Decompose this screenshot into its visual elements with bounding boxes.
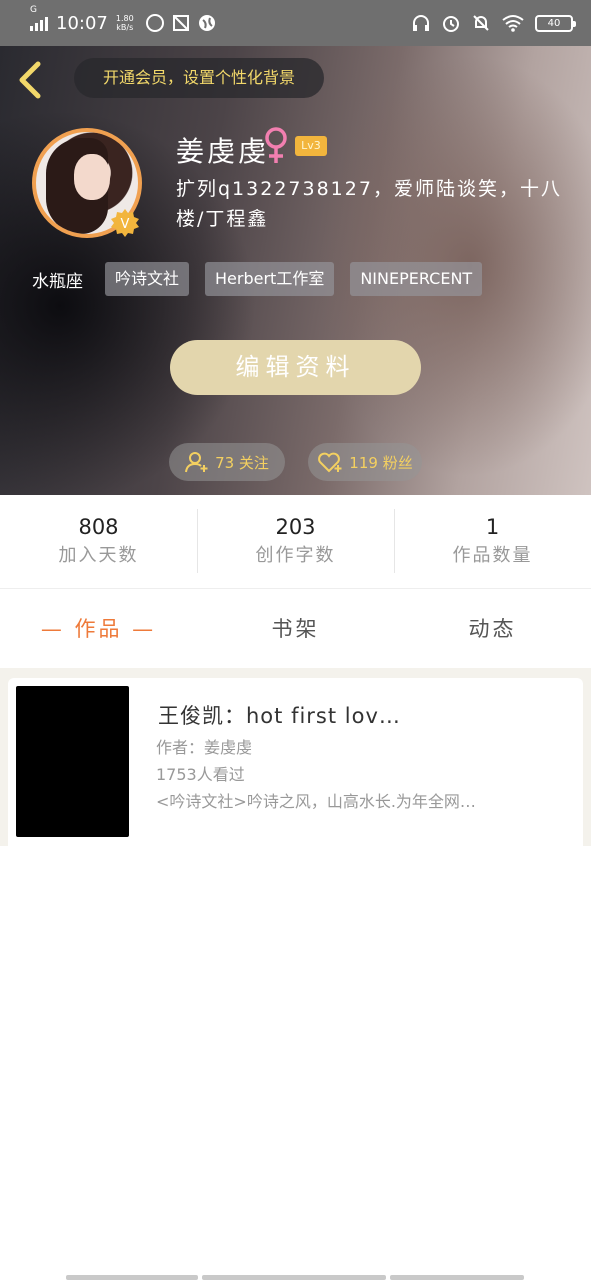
vpn-icon [198, 15, 215, 31]
headphone-icon [413, 15, 429, 31]
tab-works[interactable]: — 作品 — [0, 590, 197, 668]
tab-bookshelf[interactable]: 书架 [197, 590, 394, 668]
followers-count: 119 粉丝 [349, 453, 413, 472]
stat-label: 创作字数 [255, 545, 336, 566]
stat-label: 加入天数 [58, 545, 139, 566]
work-views: 1753人看过 [156, 765, 245, 784]
stat-days-joined: 808 加入天数 [0, 495, 197, 588]
signal-icon: G [30, 5, 48, 31]
edit-profile-button[interactable]: 编辑资料 [170, 340, 421, 395]
work-description: <吟诗文社>吟诗之风，山高水长.为年全网… [156, 792, 476, 811]
nfc-icon [145, 14, 164, 32]
level-badge: Lv3 [295, 136, 327, 156]
net-speed-value: 1.80 [115, 14, 134, 23]
avatar-face [74, 154, 110, 200]
following-count: 73 关注 [215, 453, 269, 472]
stat-value: 203 [275, 515, 316, 539]
work-card[interactable]: 王俊凯：hot first lov… 作者：姜虔虔 1753人看过 <吟诗文社>… [8, 678, 583, 846]
net-speed-unit: kB/s [116, 23, 134, 32]
home-indicator-segment [390, 1275, 524, 1280]
home-indicator-segment [66, 1275, 198, 1280]
followers-button[interactable]: 119 粉丝 [308, 443, 422, 481]
profile-bio: 扩列q1322738127，爱师陆谈笑，十八楼/丁程鑫 [176, 178, 562, 230]
alarm-icon [443, 16, 459, 32]
battery-icon: 40 [535, 14, 576, 32]
work-author: 作者：姜虔虔 [156, 738, 253, 757]
wifi-icon [502, 15, 524, 32]
back-arrow-icon[interactable] [14, 60, 46, 100]
net-speed: 1.80 kB/s [116, 14, 134, 32]
carrier-label: G [30, 5, 37, 15]
stat-value: 808 [78, 515, 119, 539]
home-indicator [66, 1275, 524, 1280]
vip-banner-button[interactable]: 开通会员，设置个性化背景 [74, 58, 324, 98]
stat-words-written: 203 创作字数 [197, 495, 394, 588]
status-time: 10:07 [56, 12, 108, 34]
home-indicator-segment [202, 1275, 386, 1280]
female-gender-icon [265, 127, 287, 163]
follow-user-icon [185, 452, 208, 473]
profile-stats: 808 加入天数 203 创作字数 1 作品数量 [0, 495, 591, 589]
stat-works-count: 1 作品数量 [394, 495, 591, 588]
heart-icon [318, 452, 342, 473]
stat-value: 1 [485, 515, 500, 539]
stat-label: 作品数量 [452, 545, 533, 566]
verified-badge-icon: V [111, 209, 139, 237]
mute-icon [473, 15, 489, 31]
tag-list: 吟诗文社 Herbert工作室 NINEPERCENT [105, 262, 483, 296]
screenshot-icon [172, 15, 189, 31]
verified-badge-text: V [121, 217, 130, 232]
tag-item[interactable]: 吟诗文社 [105, 262, 190, 296]
zodiac-label: 水瓶座 [32, 272, 83, 292]
username: 姜虔虔 [176, 135, 270, 168]
tag-item[interactable]: Herbert工作室 [205, 262, 335, 296]
profile-tabs: — 作品 — 书架 动态 [0, 590, 591, 668]
profile-header: 开通会员，设置个性化背景 V 姜虔虔 Lv3 扩列q1322738127，爱师陆… [0, 46, 591, 495]
battery-level: 40 [547, 17, 561, 29]
tab-activity[interactable]: 动态 [394, 590, 591, 668]
works-list: 王俊凯：hot first lov… 作者：姜虔虔 1753人看过 <吟诗文社>… [0, 668, 591, 846]
work-cover-image[interactable] [16, 686, 129, 837]
tag-item[interactable]: NINEPERCENT [350, 262, 483, 296]
work-title: 王俊凯：hot first lov… [158, 704, 401, 728]
following-button[interactable]: 73 关注 [169, 443, 285, 481]
status-bar: G 10:07 1.80 kB/s 40 [0, 0, 591, 46]
